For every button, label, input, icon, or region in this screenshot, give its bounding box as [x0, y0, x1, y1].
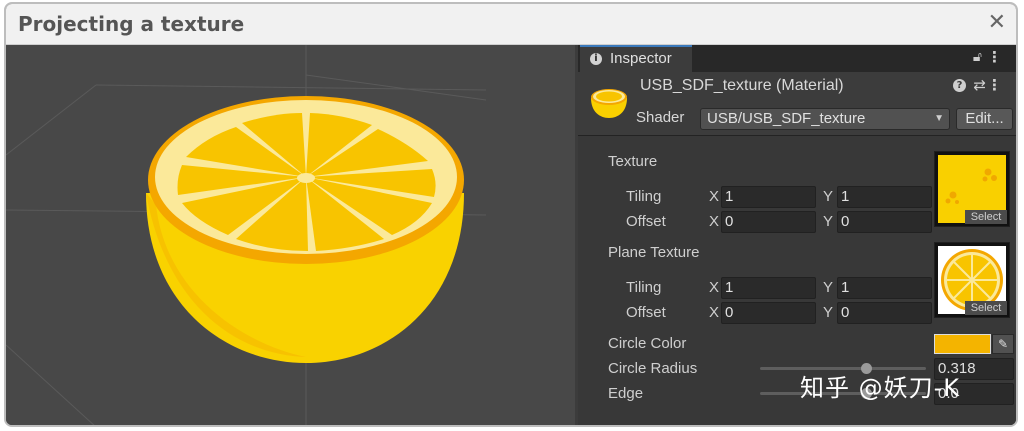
texture-tiling-label: Tiling	[626, 188, 662, 205]
title-bar: Projecting a texture ✕	[6, 4, 1016, 45]
plane-offset-x-axis: X	[709, 304, 720, 321]
material-preview-icon	[591, 89, 627, 118]
texture-thumbnail[interactable]: Select	[934, 151, 1010, 227]
watermark-text: 知乎 @妖刀-K	[800, 374, 961, 402]
plane-offset-y-field[interactable]: 0	[837, 302, 932, 324]
texture-label: Texture	[608, 153, 658, 170]
shader-value: USB/USB_SDF_texture	[707, 110, 866, 127]
plane-offset-label: Offset	[626, 304, 666, 321]
texture-offset-y-field[interactable]: 0	[837, 211, 932, 233]
edge-label: Edge	[608, 385, 644, 402]
texture-tiling-x-axis: X	[709, 188, 720, 205]
texture-offset-label: Offset	[626, 213, 666, 230]
more-options-icon[interactable]: ⋮	[987, 48, 1002, 66]
texture-offset-x-axis: X	[709, 213, 720, 230]
plane-texture-label: Plane Texture	[608, 244, 700, 261]
material-more-icon[interactable]: ⋮	[987, 76, 1002, 94]
window: Projecting a texture ✕ i Inspector 🔓︎ ⋮ …	[4, 2, 1018, 427]
plane-tiling-label: Tiling	[626, 279, 662, 296]
texture-offset-y-axis: Y	[823, 213, 834, 230]
info-icon: i	[590, 53, 602, 65]
plane-offset-y-axis: Y	[823, 304, 834, 321]
plane-texture-select-button[interactable]: Select	[965, 301, 1007, 315]
texture-tiling-y-axis: Y	[823, 188, 834, 205]
texture-select-button[interactable]: Select	[965, 210, 1007, 224]
circle-color-swatch[interactable]	[934, 334, 991, 354]
scene-viewport[interactable]	[6, 45, 575, 425]
shader-dropdown[interactable]: USB/USB_SDF_texture ▼	[700, 108, 950, 130]
circle-color-label: Circle Color	[608, 335, 687, 352]
inspector-footer	[578, 419, 1016, 425]
eyedropper-icon[interactable]: ✎	[992, 334, 1014, 354]
plane-tiling-y-axis: Y	[823, 279, 834, 296]
edit-shader-button[interactable]: Edit...	[956, 108, 1013, 130]
plane-offset-x-field[interactable]: 0	[721, 302, 816, 324]
circle-radius-label: Circle Radius	[608, 360, 698, 377]
chevron-down-icon: ▼	[934, 113, 944, 124]
shader-label: Shader	[636, 109, 685, 126]
tab-inspector[interactable]: i Inspector	[580, 45, 692, 72]
window-title: Projecting a texture	[18, 12, 245, 36]
plane-tiling-y-field[interactable]: 1	[837, 277, 932, 299]
texture-tiling-y-field[interactable]: 1	[837, 186, 932, 208]
plane-tiling-x-axis: X	[709, 279, 720, 296]
material-header: USB_SDF_texture (Material) ? ⇄ ⋮ Shader …	[578, 72, 1016, 136]
scene-canvas	[6, 45, 487, 425]
texture-tiling-x-field[interactable]: 1	[721, 186, 816, 208]
close-icon[interactable]: ✕	[988, 10, 1006, 35]
inspector-tab-bar: i Inspector 🔓︎ ⋮	[578, 45, 1016, 72]
preset-icon[interactable]: ⇄	[973, 76, 986, 94]
plane-texture-thumbnail[interactable]: Select	[934, 242, 1010, 318]
plane-tiling-x-field[interactable]: 1	[721, 277, 816, 299]
help-icon[interactable]: ?	[953, 79, 966, 92]
tab-inspector-label: Inspector	[610, 50, 672, 67]
material-name: USB_SDF_texture (Material)	[640, 77, 844, 94]
texture-offset-x-field[interactable]: 0	[721, 211, 816, 233]
lock-icon[interactable]: 🔓︎	[973, 49, 982, 65]
